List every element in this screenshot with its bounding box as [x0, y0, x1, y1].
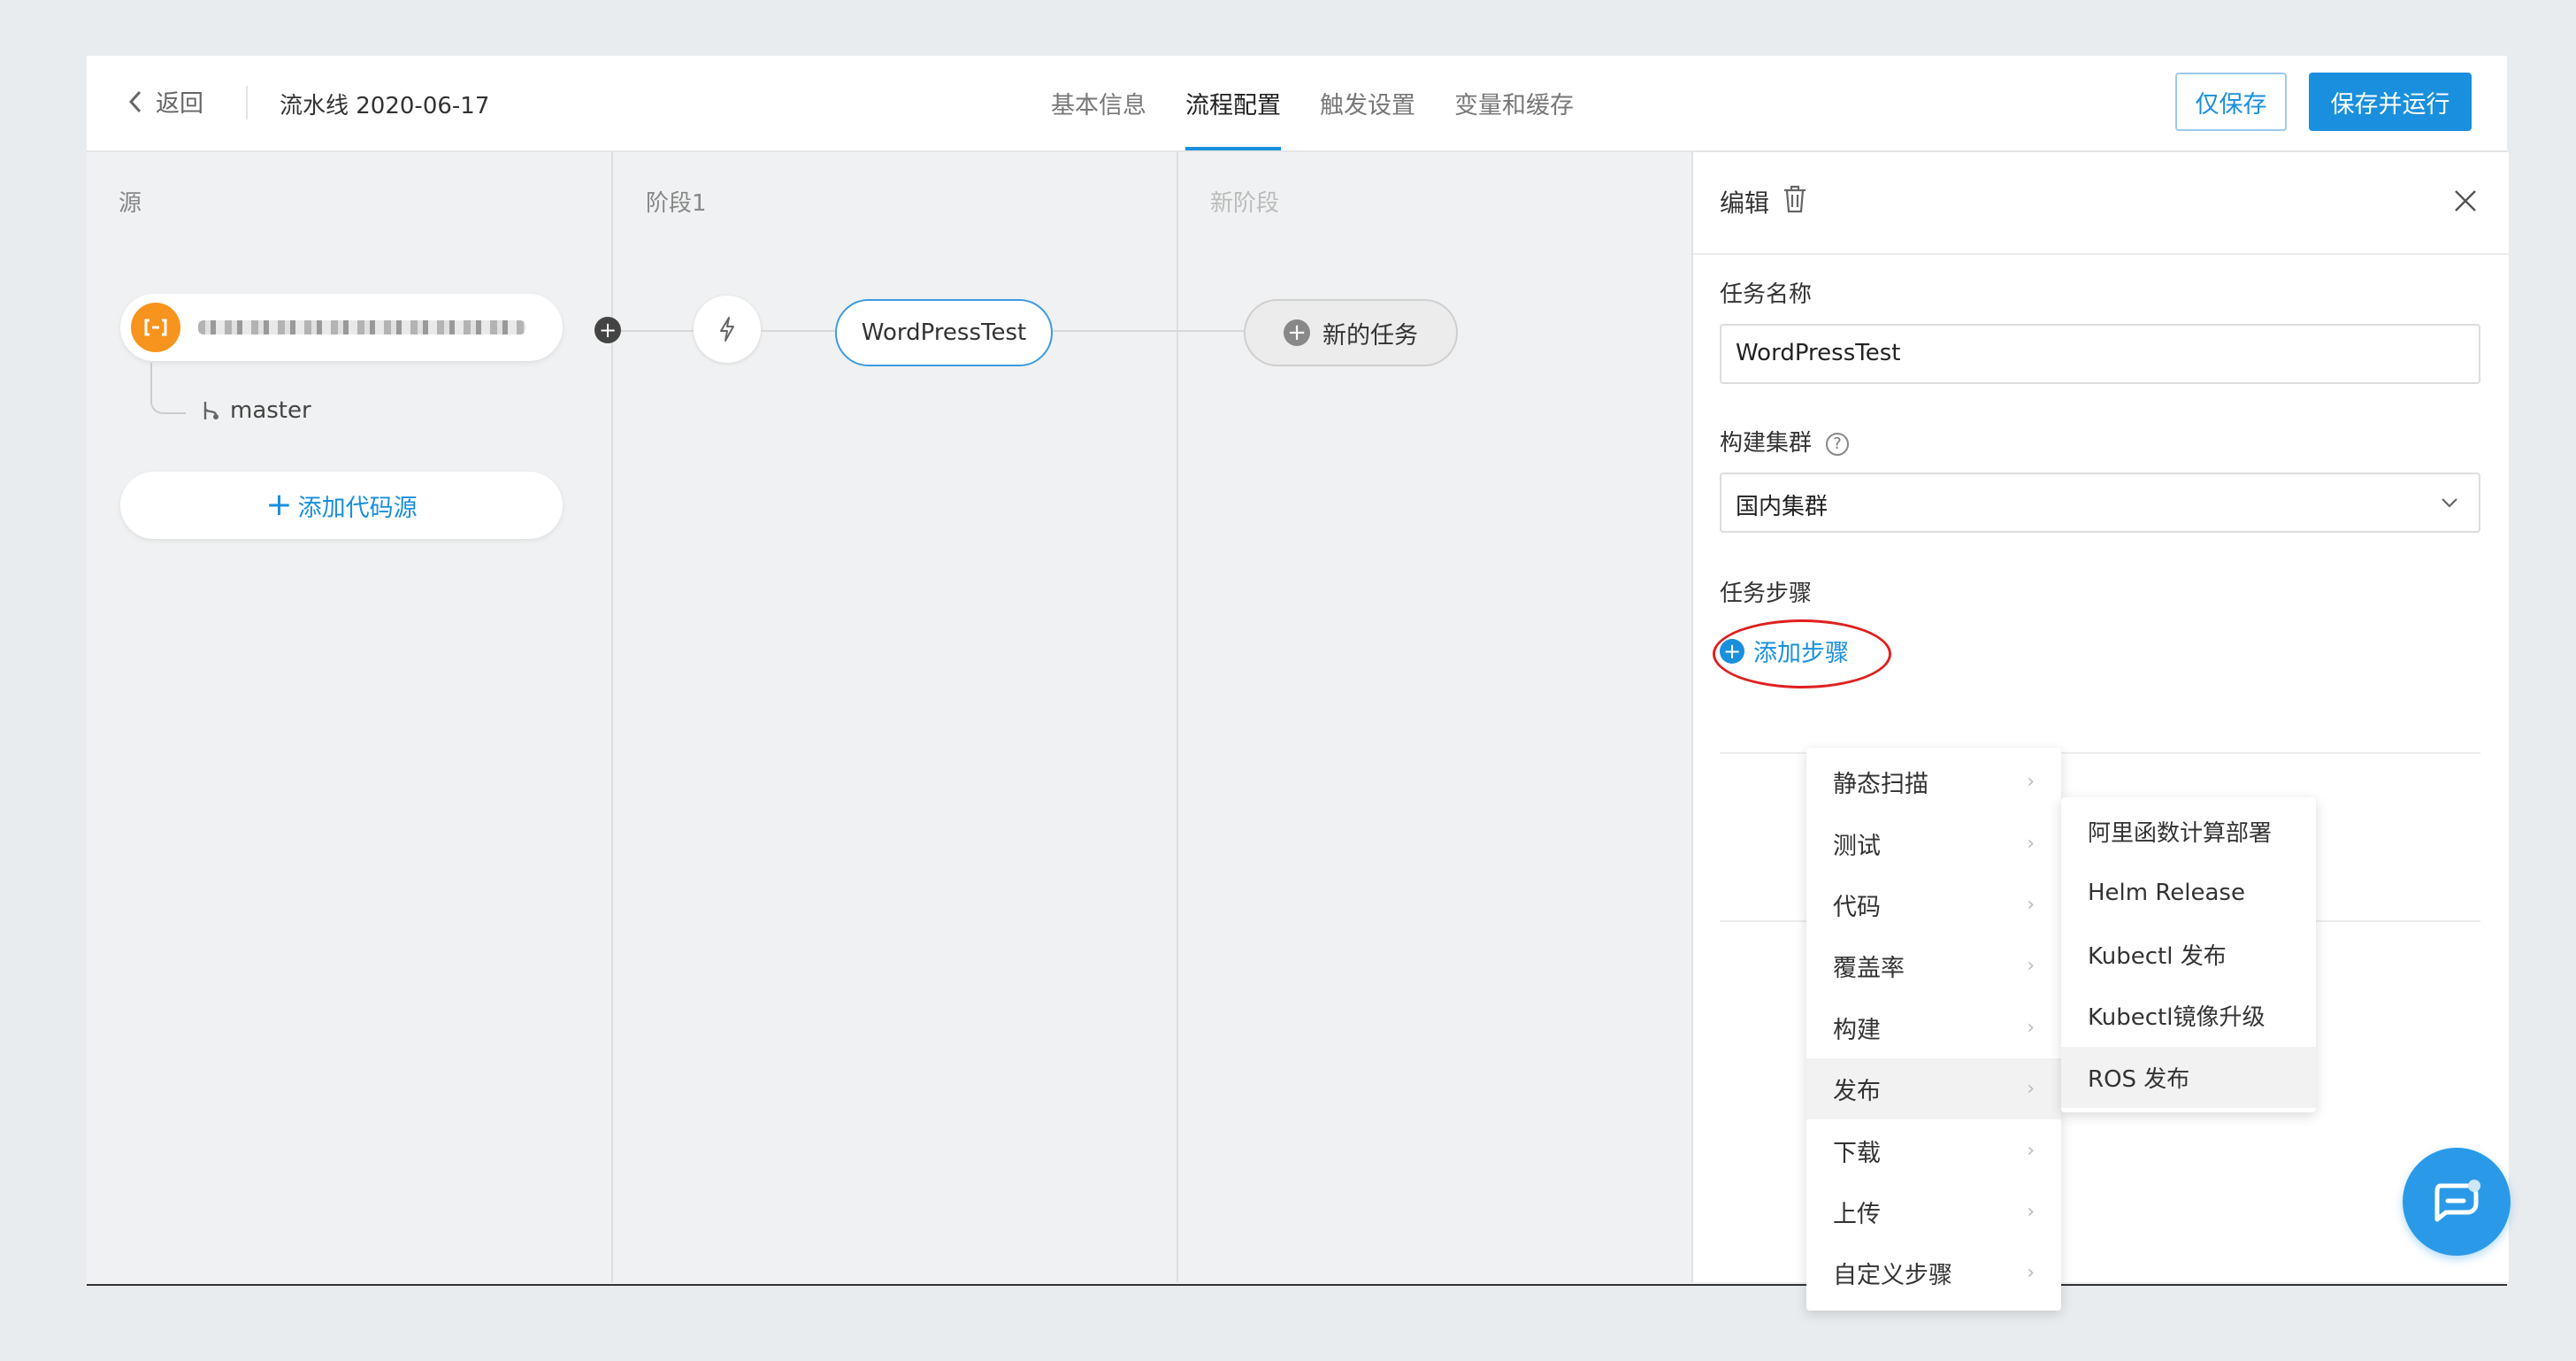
menu-item-code[interactable]: 代码 ›	[1806, 874, 2061, 935]
menu-item-label: 上传	[1833, 1200, 1881, 1228]
save-only-button[interactable]: 仅保存	[2175, 73, 2287, 131]
plus-circle-icon: +	[1284, 319, 1310, 346]
tab-basic-info[interactable]: 基本信息	[1031, 56, 1166, 150]
menu-item-label: 测试	[1833, 832, 1881, 860]
source-column-title: 源	[119, 190, 142, 217]
menu-item-custom-step[interactable]: 自定义步骤 ›	[1806, 1242, 2061, 1303]
chevron-right-icon: ›	[2027, 771, 2035, 794]
cluster-select[interactable]: 国内集群	[1720, 473, 2480, 533]
save-and-run-button[interactable]: 保存并运行	[2309, 73, 2472, 131]
submenu-item-fc-deploy[interactable]: 阿里函数计算部署	[2061, 801, 2316, 862]
chevron-right-icon: ›	[2027, 1262, 2035, 1285]
back-label: 返回	[156, 90, 203, 118]
redacted-repo-name	[198, 320, 525, 334]
cluster-label: 构建集群?	[1720, 425, 1850, 458]
flow-connector	[1053, 330, 1244, 332]
flow-connector	[621, 330, 694, 332]
cluster-label-text: 构建集群	[1720, 430, 1813, 457]
new-stage-column-title[interactable]: 新阶段	[1210, 185, 1279, 218]
code-source-icon	[131, 303, 180, 352]
task-name-input[interactable]: WordPressTest	[1720, 324, 2480, 384]
submenu-item-kubectl-deploy[interactable]: Kubectl 发布	[2061, 924, 2316, 985]
panel-header: 编辑	[1693, 152, 2509, 255]
chevron-right-icon: ›	[2027, 832, 2035, 855]
menu-item-build[interactable]: 构建 ›	[1806, 997, 2061, 1058]
plus-icon: +	[265, 487, 293, 523]
chevron-right-icon: ›	[2027, 1016, 2035, 1039]
header-divider	[246, 86, 248, 119]
step-category-menu: 静态扫描 › 测试 › 代码 › 覆盖率 › 构建 › 发布 › 下载 › 上传 › 自定义步骤…	[1806, 748, 2061, 1311]
branch-connector	[150, 363, 186, 414]
menu-item-deploy[interactable]: 发布 ›	[1806, 1057, 2061, 1120]
pipeline-name: 流水线 2020-06-17	[280, 93, 490, 119]
menu-item-label: 发布	[1833, 1078, 1881, 1106]
branch-label: master	[200, 397, 311, 424]
task-node[interactable]: WordPressTest	[835, 299, 1053, 366]
submenu-item-helm-release[interactable]: Helm Release	[2061, 862, 2316, 923]
chevron-down-icon	[2442, 498, 2457, 508]
task-steps-label: 任务步骤	[1720, 581, 1813, 607]
tab-flow-config[interactable]: 流程配置	[1166, 56, 1300, 150]
close-icon[interactable]	[2452, 188, 2479, 214]
chevron-right-icon: ›	[2027, 1200, 2035, 1223]
code-source-card[interactable]	[120, 294, 563, 361]
lightning-icon[interactable]	[694, 296, 761, 363]
add-code-source-button[interactable]: + 添加代码源	[120, 472, 563, 539]
top-header: 返回 流水线 2020-06-17 基本信息 流程配置 触发设置 变量和缓存 仅…	[87, 56, 2507, 152]
help-icon[interactable]: ?	[1826, 432, 1850, 456]
back-button[interactable]: 返回	[126, 84, 203, 119]
chevron-right-icon: ›	[2027, 893, 2035, 916]
tab-variables-cache[interactable]: 变量和缓存	[1435, 56, 1593, 150]
menu-item-upload[interactable]: 上传 ›	[1806, 1181, 2061, 1242]
new-task-button[interactable]: + 新的任务	[1244, 299, 1458, 366]
cluster-select-value: 国内集群	[1736, 494, 1828, 520]
menu-item-label: 静态扫描	[1833, 771, 1928, 799]
stage1-column-title: 阶段1	[646, 190, 707, 217]
column-divider	[1177, 152, 1178, 1282]
menu-item-label: 构建	[1833, 1016, 1881, 1044]
highlight-annotation	[1713, 619, 1891, 688]
config-tabs: 基本信息 流程配置 触发设置 变量和缓存	[1031, 56, 1593, 150]
add-stage-icon[interactable]: +	[594, 317, 621, 343]
panel-title: 编辑	[1720, 188, 1770, 218]
branch-name: master	[230, 397, 311, 424]
chevron-left-icon	[128, 90, 142, 112]
menu-item-label: 覆盖率	[1833, 955, 1905, 983]
chat-button[interactable]	[2403, 1148, 2511, 1256]
menu-item-label: 自定义步骤	[1833, 1262, 1952, 1290]
git-branch-icon	[203, 402, 218, 419]
submenu-item-kubectl-image-upgrade[interactable]: Kubectl镜像升级	[2061, 985, 2316, 1046]
chevron-right-icon: ›	[2027, 1078, 2035, 1101]
deploy-submenu: 阿里函数计算部署 Helm Release Kubectl 发布 Kubectl…	[2061, 797, 2316, 1112]
menu-item-static-scan[interactable]: 静态扫描 ›	[1806, 751, 2061, 812]
submenu-item-ros-deploy[interactable]: ROS 发布	[2061, 1046, 2316, 1108]
flow-connector	[761, 330, 835, 332]
app-frame: 返回 流水线 2020-06-17 基本信息 流程配置 触发设置 变量和缓存 仅…	[87, 56, 2511, 1311]
menu-item-label: 下载	[1833, 1139, 1881, 1167]
tab-trigger-settings[interactable]: 触发设置	[1300, 56, 1435, 150]
trash-icon[interactable]	[1782, 184, 1808, 214]
menu-item-test[interactable]: 测试 ›	[1806, 812, 2061, 873]
task-name-label: 任务名称	[1720, 281, 1813, 308]
menu-item-coverage[interactable]: 覆盖率 ›	[1806, 935, 2061, 996]
new-task-label: 新的任务	[1322, 321, 1418, 350]
chevron-right-icon: ›	[2027, 955, 2035, 978]
menu-item-label: 代码	[1833, 893, 1881, 921]
menu-item-download[interactable]: 下载 ›	[1806, 1119, 2061, 1180]
chat-icon	[2434, 1180, 2480, 1222]
add-code-source-label: 添加代码源	[297, 494, 418, 522]
chevron-right-icon: ›	[2027, 1139, 2035, 1162]
